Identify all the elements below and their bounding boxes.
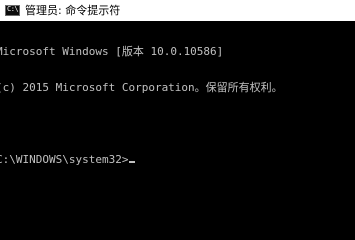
cmd-prompt-icon[interactable]: C:\: [5, 5, 20, 16]
text-cursor: [129, 161, 136, 163]
console-line-version: Microsoft Windows [版本 10.0.10586]: [0, 45, 224, 58]
console-line-copyright: (c) 2015 Microsoft Corporation。保留所有权利。: [0, 81, 283, 94]
window-title: 管理员: 命令提示符: [25, 4, 121, 17]
command-prompt-window[interactable]: C:\ 管理员: 命令提示符 Microsoft Windows [版本 10.…: [0, 0, 355, 211]
console-output[interactable]: Microsoft Windows [版本 10.0.10586] (c) 20…: [0, 22, 355, 211]
title-bar[interactable]: C:\ 管理员: 命令提示符: [0, 0, 355, 21]
cmd-icon-glyph: C:\: [7, 5, 19, 13]
console-prompt: C:\WINDOWS\system32>: [0, 153, 129, 166]
console-line-blank: [0, 118, 355, 130]
console-prompt-line[interactable]: C:\WINDOWS\system32>: [0, 154, 355, 166]
